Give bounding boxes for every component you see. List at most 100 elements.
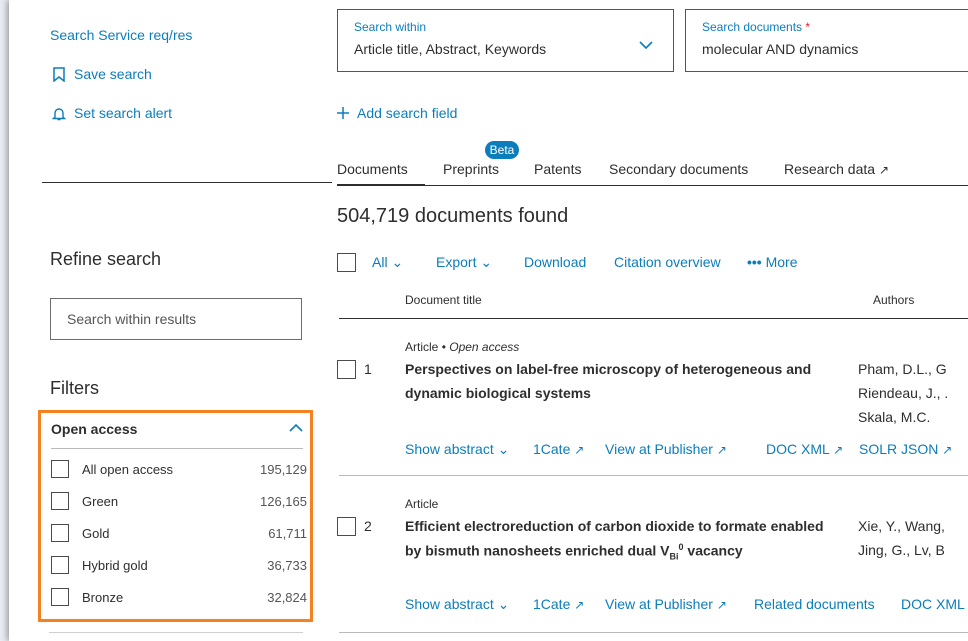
filter-option-green[interactable]: Green 126,165: [51, 492, 307, 514]
author-line[interactable]: Skala, M.C.: [858, 409, 930, 425]
export-dropdown[interactable]: Export ⌄: [436, 254, 492, 271]
row-checkbox[interactable]: [337, 360, 356, 379]
cate-label: 1Cate: [533, 596, 571, 612]
export-label: Export: [436, 254, 477, 270]
row-divider: [339, 632, 968, 633]
cate-link[interactable]: 1Cate ↗: [533, 441, 584, 457]
row-checkbox[interactable]: [337, 517, 356, 536]
checkbox[interactable]: [51, 556, 69, 574]
filter-divider: [51, 448, 303, 449]
app-frame: Search Service req/res Save search Set s…: [9, 0, 968, 641]
document-title-line1[interactable]: Perspectives on label-free microscopy of…: [405, 361, 811, 377]
filter-option-hybrid-gold[interactable]: Hybrid gold 36,733: [51, 556, 307, 578]
view-at-publisher-link[interactable]: View at Publisher ↗: [605, 441, 727, 457]
tab-patents[interactable]: Patents: [534, 161, 581, 177]
more-button[interactable]: ••• More: [747, 254, 798, 270]
filter-label: Hybrid gold: [82, 558, 148, 573]
open-access-badge: Open access: [449, 340, 520, 354]
external-link-icon: ↗: [878, 163, 890, 177]
filter-label: Green: [82, 494, 119, 509]
view-at-publisher-link[interactable]: View at Publisher ↗: [605, 596, 727, 612]
tab-preprints[interactable]: Preprints: [443, 161, 499, 177]
chevron-down-icon: ⌄: [480, 254, 493, 270]
search-within-results-input[interactable]: Search within results: [50, 298, 302, 340]
open-access-heading[interactable]: Open access: [51, 421, 137, 437]
active-tab-indicator: [337, 184, 425, 186]
document-type: Article: [405, 497, 439, 511]
doc-xml-label: DOC XML: [766, 441, 830, 457]
filter-option-bronze[interactable]: Bronze 32,824: [51, 588, 307, 610]
checkbox[interactable]: [51, 460, 69, 478]
solr-json-link[interactable]: SOLR JSON ↗: [859, 441, 952, 457]
table-header-divider: [339, 318, 968, 319]
document-type: Article: [405, 340, 439, 354]
external-link-icon: ↗: [833, 443, 844, 457]
select-all-checkbox[interactable]: [337, 253, 356, 272]
row-number: 2: [364, 518, 372, 534]
row-divider: [339, 475, 968, 476]
author-line[interactable]: Riendeau, J., .: [858, 385, 948, 401]
external-link-icon: ↗: [574, 443, 585, 457]
column-header-authors[interactable]: Authors: [873, 293, 914, 307]
set-search-alert-button[interactable]: Set search alert: [52, 105, 172, 121]
filter-option-gold[interactable]: Gold 61,711: [51, 524, 307, 546]
field-label-text: Search documents: [702, 20, 803, 34]
search-service-link[interactable]: Search Service req/res: [50, 27, 192, 43]
checkbox[interactable]: [51, 588, 69, 606]
checkbox[interactable]: [51, 524, 69, 542]
title-subscript: Bi: [669, 551, 679, 562]
document-title-line2[interactable]: by bismuth nanosheets enriched dual VBi0…: [405, 542, 743, 561]
field-label: Search within: [354, 20, 427, 34]
doc-xml-link[interactable]: DOC XML ↗: [766, 441, 843, 457]
refine-search-heading: Refine search: [50, 249, 162, 269]
add-search-field-button[interactable]: Add search field: [337, 105, 457, 121]
cate-link[interactable]: 1Cate ↗: [533, 596, 584, 612]
external-link-icon: ↗: [942, 443, 953, 457]
plus-icon: [337, 107, 349, 119]
save-search-button[interactable]: Save search: [52, 66, 152, 82]
field-label: Search documents *: [702, 20, 810, 34]
more-label: More: [765, 254, 798, 270]
title-text: by bismuth nanosheets enriched dual V: [405, 542, 670, 559]
left-divider: [42, 182, 332, 183]
external-link-icon: ↗: [574, 598, 585, 612]
filters-heading: Filters: [50, 378, 99, 398]
external-link-icon: ↗: [716, 443, 727, 457]
bell-icon: [52, 107, 66, 120]
bookmark-icon: [53, 66, 65, 82]
citation-overview-button[interactable]: Citation overview: [614, 254, 721, 270]
related-documents-link[interactable]: Related documents: [754, 596, 875, 612]
author-line[interactable]: Pham, D.L., G: [858, 361, 947, 377]
filter-label: All open access: [82, 462, 174, 477]
show-abstract-button[interactable]: Show abstract ⌄: [405, 441, 509, 458]
author-line[interactable]: Xie, Y., Wang,: [858, 518, 945, 534]
tab-documents[interactable]: Documents: [337, 161, 408, 177]
document-meta: Article • Open access: [405, 340, 519, 354]
publisher-label: View at Publisher: [605, 596, 713, 612]
filter-count: 126,165: [260, 494, 307, 509]
filter-option-all-open-access[interactable]: All open access 195,129: [51, 460, 307, 482]
column-header-title[interactable]: Document title: [405, 293, 482, 307]
filter-count: 36,733: [267, 558, 307, 573]
show-abstract-label: Show abstract: [405, 441, 494, 457]
tab-research-data[interactable]: Research data ↗: [784, 161, 889, 177]
chevron-up-icon[interactable]: [289, 423, 303, 433]
chevron-down-icon: ⌄: [391, 254, 404, 270]
tab-label: Research data: [784, 161, 876, 177]
search-within-select[interactable]: Search within Article title, Abstract, K…: [337, 9, 674, 72]
document-title-line2[interactable]: dynamic biological systems: [405, 385, 591, 401]
field-value: Article title, Abstract, Keywords: [354, 41, 547, 57]
select-all-dropdown[interactable]: All ⌄: [372, 254, 403, 271]
beta-badge: Beta: [485, 141, 519, 159]
checkbox[interactable]: [51, 492, 69, 510]
tab-secondary-documents[interactable]: Secondary documents: [609, 161, 748, 177]
cate-label: 1Cate: [533, 441, 571, 457]
doc-xml-link[interactable]: DOC XML: [901, 596, 965, 612]
all-label: All: [372, 254, 388, 270]
download-button[interactable]: Download: [524, 254, 586, 270]
document-title-line1[interactable]: Efficient electroreduction of carbon dio…: [405, 518, 824, 534]
search-documents-input[interactable]: Search documents * molecular AND dynamic…: [685, 9, 968, 72]
author-line[interactable]: Jing, G., Lv, B: [858, 542, 945, 558]
show-abstract-button[interactable]: Show abstract ⌄: [405, 596, 509, 613]
filter-count: 32,824: [267, 590, 307, 605]
